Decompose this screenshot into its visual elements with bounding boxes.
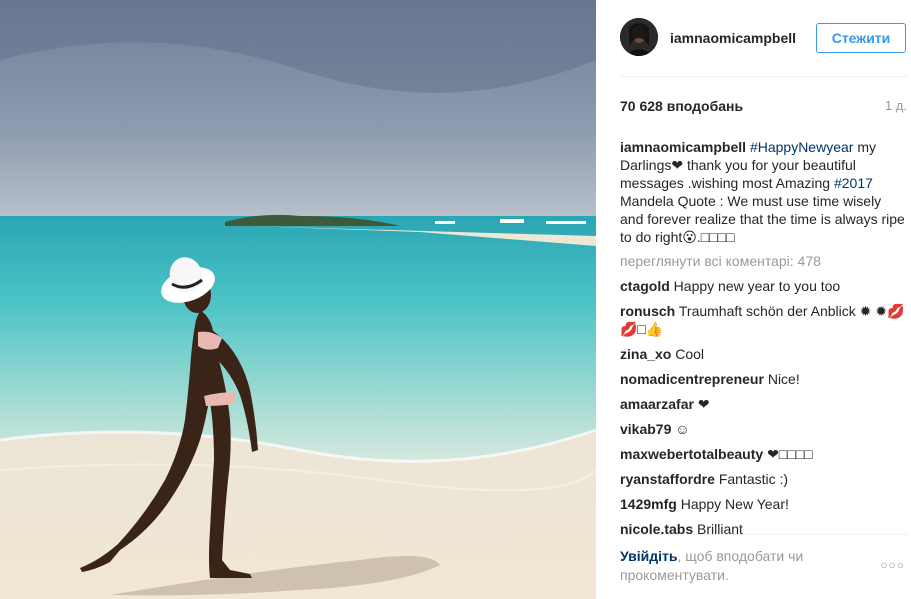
post-photo[interactable] <box>0 0 596 599</box>
comment-item: ronusch Traumhaft schön der Anblick ✹ ✹💋… <box>620 302 907 338</box>
header-divider <box>620 76 907 77</box>
comment-item: maxwebertotalbeauty ❤□□□□ <box>620 445 907 463</box>
post-caption: iamnaomicampbell #HappyNewyear my Darlin… <box>620 138 907 246</box>
comment-username[interactable]: ronusch <box>620 303 675 319</box>
post-header: iamnaomicampbell Стежити <box>596 0 911 76</box>
profile-photo-icon <box>620 18 658 56</box>
comment-item: ryanstaffordre Fantastic :) <box>620 470 907 488</box>
comment-item: ctagold Happy new year to you too <box>620 277 907 295</box>
comment-username[interactable]: amaarzafar <box>620 396 694 412</box>
comment-username[interactable]: nicole.tabs <box>620 521 693 534</box>
caption-text: Mandela Quote : We must use time wisely … <box>620 193 905 245</box>
comment-item: amaarzafar ❤ <box>620 395 907 413</box>
likes-row: 70 628 вподобань 1 д. <box>620 98 907 116</box>
login-prompt: Увійдіть, щоб вподобати чи прокоментуват… <box>620 547 850 585</box>
login-link[interactable]: Увійдіть <box>620 548 678 564</box>
caption-username[interactable]: iamnaomicampbell <box>620 139 746 155</box>
beach-photo-illustration <box>0 0 596 599</box>
comment-text: Happy New Year! <box>680 496 789 512</box>
comment-text: Happy new year to you too <box>673 278 841 294</box>
comment-text: Cool <box>675 346 705 362</box>
comments-list: iamnaomicampbell #HappyNewyear my Darlin… <box>620 138 907 534</box>
comment-item: nicole.tabs Brilliant <box>620 520 907 534</box>
comment-item: zina_xo Cool <box>620 345 907 363</box>
hashtag-link[interactable]: #HappyNewyear <box>750 139 854 155</box>
comment-text: ❤□□□□ <box>767 446 813 462</box>
comment-text: Fantastic :) <box>718 471 789 487</box>
comment-text: Nice! <box>767 371 800 387</box>
avatar[interactable] <box>620 18 658 56</box>
follow-button[interactable]: Стежити <box>816 23 906 53</box>
post-side-panel: iamnaomicampbell Стежити 70 628 вподобан… <box>596 0 911 599</box>
post-footer: Увійдіть, щоб вподобати чи прокоментуват… <box>620 547 907 587</box>
comment-text: ☺ <box>675 421 690 437</box>
view-all-comments-link[interactable]: переглянути всі коментарі: 478 <box>620 252 907 270</box>
comment-username[interactable]: zina_xo <box>620 346 671 362</box>
comment-username[interactable]: nomadicentrepreneur <box>620 371 764 387</box>
footer-divider <box>620 534 907 535</box>
hashtag-link[interactable]: #2017 <box>834 175 873 191</box>
comment-item: vikab79 ☺ <box>620 420 907 438</box>
comment-text: Brilliant <box>697 521 743 534</box>
likes-count[interactable]: 70 628 вподобань <box>620 98 743 114</box>
comment-username[interactable]: 1429mfg <box>620 496 677 512</box>
more-options-icon[interactable]: ○○○ <box>880 558 905 572</box>
comment-text: ❤ <box>697 396 710 412</box>
comment-username[interactable]: ctagold <box>620 278 670 294</box>
comment-item: 1429mfg Happy New Year! <box>620 495 907 513</box>
comment-username[interactable]: ryanstaffordre <box>620 471 715 487</box>
comment-username[interactable]: maxwebertotalbeauty <box>620 446 763 462</box>
post-author-username[interactable]: iamnaomicampbell <box>670 30 796 46</box>
post-time[interactable]: 1 д. <box>885 98 907 113</box>
comment-username[interactable]: vikab79 <box>620 421 671 437</box>
comment-item: nomadicentrepreneur Nice! <box>620 370 907 388</box>
